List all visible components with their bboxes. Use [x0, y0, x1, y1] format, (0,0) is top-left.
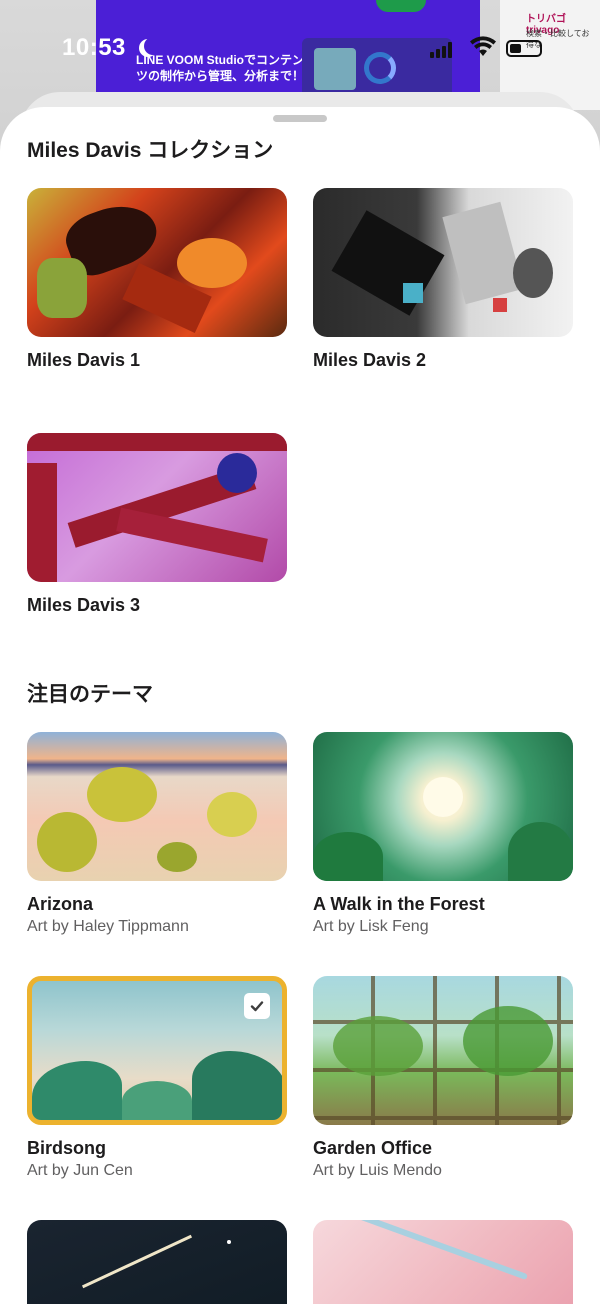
- theme-tile-miles-davis-3[interactable]: Miles Davis 3: [27, 433, 287, 616]
- battery-icon: [506, 40, 542, 57]
- theme-tile-miles-davis-1[interactable]: Miles Davis 1: [27, 188, 287, 371]
- theme-picker-sheet: Miles Davis コレクション Miles Davis 1 Miles D…: [0, 107, 600, 1304]
- selected-check-badge: [244, 993, 270, 1019]
- theme-tile-a-walk-in-the-forest[interactable]: A Walk in the Forest Art by Lisk Feng: [313, 732, 573, 936]
- cellular-signal-icon: [430, 42, 452, 58]
- moon-icon: [144, 37, 162, 55]
- theme-thumbnail: [313, 732, 573, 881]
- theme-artist: Art by Luis Mendo: [313, 1162, 442, 1179]
- background-banner-text: LINE VOOM Studioでコンテンツの制作から管理、分析まで！: [136, 53, 305, 83]
- theme-tile-partial[interactable]: [27, 1220, 287, 1304]
- theme-thumbnail: [313, 188, 573, 337]
- theme-tile-garden-office[interactable]: Garden Office Art by Luis Mendo: [313, 976, 573, 1180]
- wifi-icon: [470, 36, 496, 56]
- theme-title: Miles Davis 3: [27, 595, 141, 615]
- theme-title: Birdsong: [27, 1138, 106, 1158]
- theme-title: A Walk in the Forest: [313, 894, 485, 914]
- status-time: 10:53: [62, 34, 126, 61]
- theme-thumbnail: [27, 1220, 287, 1304]
- theme-thumbnail: [27, 188, 287, 337]
- theme-tile-miles-davis-2[interactable]: Miles Davis 2: [313, 188, 573, 371]
- theme-tile-arizona[interactable]: Arizona Art by Haley Tippmann: [27, 732, 287, 936]
- checkmark-icon: [250, 1001, 264, 1012]
- background-decoration: [376, 0, 426, 12]
- theme-tile-birdsong[interactable]: Birdsong Art by Jun Cen: [27, 976, 287, 1180]
- section-title-featured: 注目のテーマ: [27, 683, 153, 706]
- theme-thumbnail: [27, 433, 287, 582]
- theme-tile-partial[interactable]: [313, 1220, 573, 1304]
- theme-title: Arizona: [27, 894, 94, 914]
- theme-thumbnail: [313, 1220, 573, 1304]
- section-title-collection: Miles Davis コレクション: [27, 139, 274, 162]
- theme-title: Garden Office: [313, 1138, 433, 1158]
- sheet-grabber[interactable]: [273, 115, 327, 122]
- theme-title: Miles Davis 1: [27, 350, 141, 370]
- theme-thumbnail: [313, 976, 573, 1125]
- theme-thumbnail-selected: [27, 976, 287, 1125]
- theme-artist: Art by Lisk Feng: [313, 918, 429, 935]
- theme-title: Miles Davis 2: [313, 350, 427, 370]
- theme-thumbnail: [27, 732, 287, 881]
- theme-artist: Art by Haley Tippmann: [27, 918, 189, 935]
- theme-artist: Art by Jun Cen: [27, 1162, 133, 1179]
